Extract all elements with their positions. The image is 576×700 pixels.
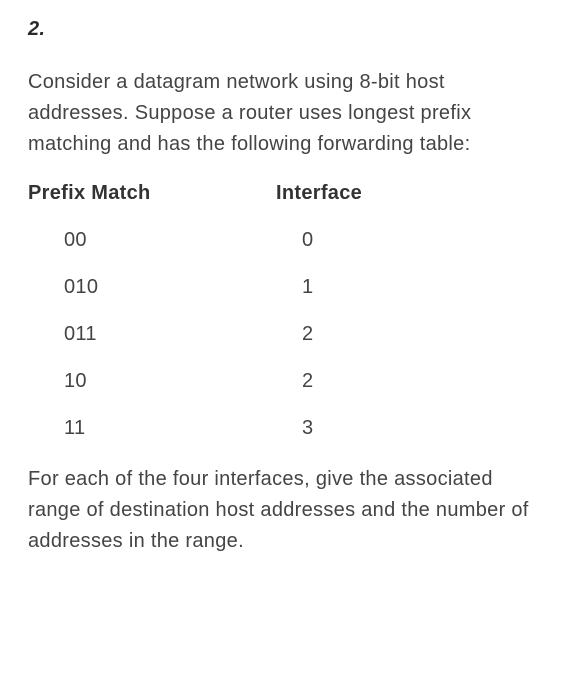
cell-interface: 2 <box>258 370 548 393</box>
cell-interface: 0 <box>258 229 548 252</box>
closing-paragraph: For each of the four interfaces, give th… <box>28 464 548 557</box>
cell-prefix: 010 <box>28 276 258 299</box>
table-row: 011 2 <box>28 323 548 346</box>
cell-interface: 1 <box>258 276 548 299</box>
cell-prefix: 11 <box>28 417 258 440</box>
table-header-prefix: Prefix Match <box>28 182 258 205</box>
question-number: 2. <box>28 18 548 41</box>
cell-interface: 3 <box>258 417 548 440</box>
table-row: 11 3 <box>28 417 548 440</box>
cell-prefix: 00 <box>28 229 258 252</box>
table-row: 00 0 <box>28 229 548 252</box>
forwarding-table: Prefix Match Interface 00 0 010 1 011 2 … <box>28 182 548 440</box>
table-row: 010 1 <box>28 276 548 299</box>
intro-paragraph: Consider a datagram network using 8-bit … <box>28 67 548 160</box>
cell-interface: 2 <box>258 323 548 346</box>
cell-prefix: 10 <box>28 370 258 393</box>
cell-prefix: 011 <box>28 323 258 346</box>
table-header-interface: Interface <box>258 182 548 205</box>
table-header-row: Prefix Match Interface <box>28 182 548 205</box>
table-body: 00 0 010 1 011 2 10 2 11 3 <box>28 229 548 440</box>
table-row: 10 2 <box>28 370 548 393</box>
